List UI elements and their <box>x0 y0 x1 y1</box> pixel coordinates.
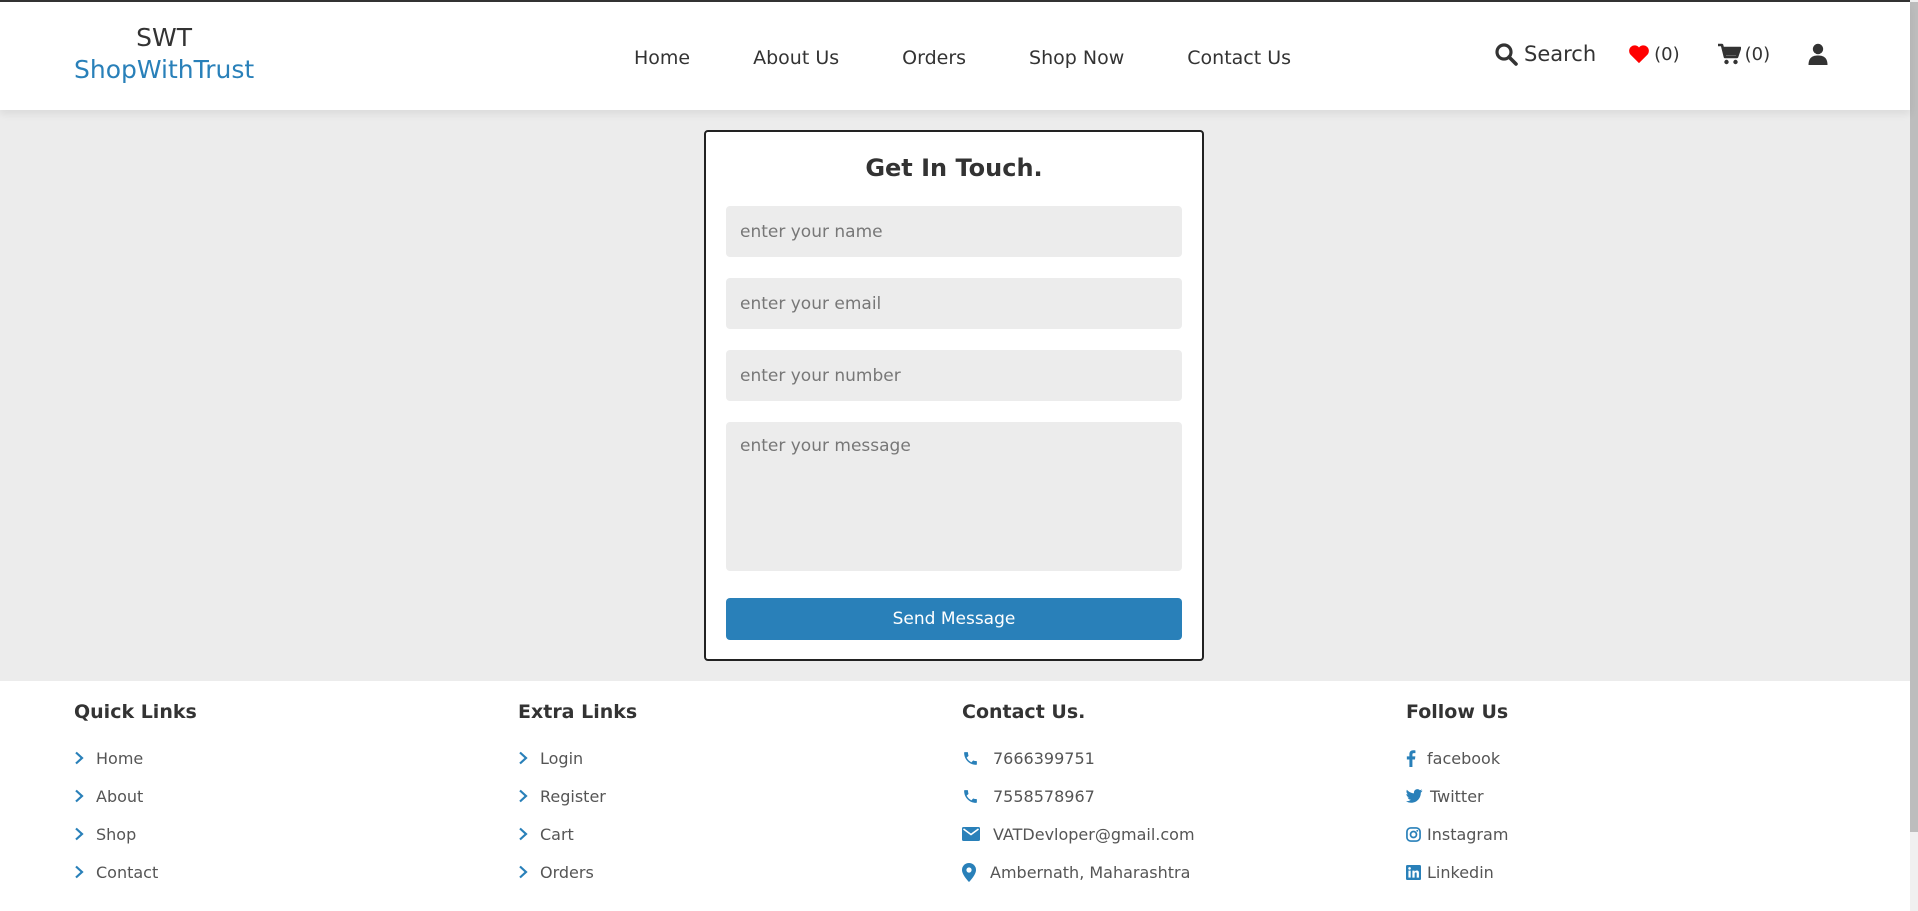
chevron-right-icon <box>518 865 540 879</box>
contact-address-text: Ambernath, Maharashtra <box>990 862 1191 882</box>
extra-link-cart[interactable]: Cart <box>518 815 637 853</box>
contact-phone-1-text: 7666399751 <box>993 748 1095 768</box>
wishlist-count: (0) <box>1654 43 1680 65</box>
quick-link-about[interactable]: About <box>74 777 197 815</box>
follow-twitter-text: Twitter <box>1430 786 1484 806</box>
twitter-icon <box>1406 789 1430 803</box>
nav-home[interactable]: Home <box>634 46 690 70</box>
user-icon <box>1808 43 1828 65</box>
quick-link-label: Shop <box>96 824 137 844</box>
heart-icon <box>1628 44 1650 64</box>
form-title: Get In Touch. <box>865 154 1043 182</box>
header-actions: Search (0) (0) <box>1494 42 1828 66</box>
number-input[interactable] <box>726 350 1182 401</box>
search-label: Search <box>1524 42 1597 66</box>
envelope-icon <box>962 827 993 841</box>
main-nav: Home About Us Orders Shop Now Contact Us <box>634 46 1354 70</box>
contact-email-text: VATDevloper@gmail.com <box>993 824 1195 844</box>
message-input[interactable] <box>726 422 1182 571</box>
quick-link-label: About <box>96 786 144 806</box>
follow-linkedin-text: Linkedin <box>1427 862 1494 882</box>
follow-facebook[interactable]: facebook <box>1406 739 1508 777</box>
chevron-right-icon <box>518 751 540 765</box>
page-scrollbar[interactable] <box>1910 0 1918 911</box>
contact-phone-2-text: 7558578967 <box>993 786 1095 806</box>
contact-form: Get In Touch. Send Message <box>704 130 1204 661</box>
quick-link-shop[interactable]: Shop <box>74 815 197 853</box>
nav-about-us[interactable]: About Us <box>753 46 839 70</box>
chevron-right-icon <box>518 789 540 803</box>
quick-link-contact[interactable]: Contact <box>74 853 197 891</box>
follow-instagram-text: Instagram <box>1427 824 1509 844</box>
chevron-right-icon <box>74 789 96 803</box>
search-icon <box>1494 42 1518 66</box>
cart-icon <box>1717 43 1741 65</box>
phone-icon <box>962 788 993 805</box>
contact-title: Contact Us. <box>962 701 1086 723</box>
follow-linkedin[interactable]: Linkedin <box>1406 853 1508 891</box>
contact-column: Contact Us. 7666399751 7558578967 VATDev… <box>962 701 1195 891</box>
contact-phone-1[interactable]: 7666399751 <box>962 739 1195 777</box>
follow-facebook-text: facebook <box>1427 748 1501 768</box>
contact-email[interactable]: VATDevloper@gmail.com <box>962 815 1195 853</box>
account-button[interactable] <box>1808 43 1828 65</box>
map-pin-icon <box>962 862 990 882</box>
nav-shop-now[interactable]: Shop Now <box>1029 46 1124 70</box>
logo[interactable]: SWT ShopWithTrust <box>74 22 254 86</box>
cart-button[interactable]: (0) <box>1717 43 1771 65</box>
chevron-right-icon <box>74 865 96 879</box>
scrollbar-thumb[interactable] <box>1910 2 1918 832</box>
follow-title: Follow Us <box>1406 701 1509 723</box>
wishlist-button[interactable]: (0) <box>1628 44 1680 65</box>
extra-link-login[interactable]: Login <box>518 739 637 777</box>
logo-abbreviation: SWT <box>136 23 193 52</box>
quick-link-label: Home <box>96 748 144 768</box>
logo-name: ShopWithTrust <box>74 55 255 84</box>
linkedin-icon <box>1406 864 1427 880</box>
phone-icon <box>962 750 993 767</box>
search-button[interactable]: Search <box>1494 42 1596 66</box>
chevron-right-icon <box>74 827 96 841</box>
email-input[interactable] <box>726 278 1182 329</box>
contact-phone-2[interactable]: 7558578967 <box>962 777 1195 815</box>
extra-link-register[interactable]: Register <box>518 777 637 815</box>
nav-orders[interactable]: Orders <box>902 46 966 70</box>
chevron-right-icon <box>518 827 540 841</box>
extra-link-orders[interactable]: Orders <box>518 853 637 891</box>
extra-links-title: Extra Links <box>518 701 638 723</box>
send-message-button[interactable]: Send Message <box>726 598 1182 640</box>
cart-count: (0) <box>1744 43 1771 65</box>
extra-links-column: Extra Links Login Register Cart Orders <box>518 701 637 891</box>
facebook-icon <box>1406 749 1427 767</box>
quick-links-column: Quick Links Home About Shop Contact <box>74 701 197 891</box>
instagram-icon <box>1406 826 1427 842</box>
follow-twitter[interactable]: Twitter <box>1406 777 1508 815</box>
extra-link-label: Login <box>540 748 584 768</box>
name-input[interactable] <box>726 206 1182 257</box>
follow-instagram[interactable]: Instagram <box>1406 815 1508 853</box>
site-header: SWT ShopWithTrust Home About Us Orders S… <box>0 2 1910 110</box>
follow-column: Follow Us facebook Twitter Instagram Lin… <box>1406 701 1508 891</box>
quick-links-title: Quick Links <box>74 701 197 723</box>
extra-link-label: Cart <box>540 824 574 844</box>
site-footer: Quick Links Home About Shop Contact Extr… <box>0 681 1910 911</box>
quick-link-label: Contact <box>96 862 159 882</box>
nav-contact-us[interactable]: Contact Us <box>1187 46 1291 70</box>
contact-address[interactable]: Ambernath, Maharashtra <box>962 853 1195 891</box>
extra-link-label: Orders <box>540 862 594 882</box>
chevron-right-icon <box>74 751 96 765</box>
quick-link-home[interactable]: Home <box>74 739 197 777</box>
extra-link-label: Register <box>540 786 606 806</box>
